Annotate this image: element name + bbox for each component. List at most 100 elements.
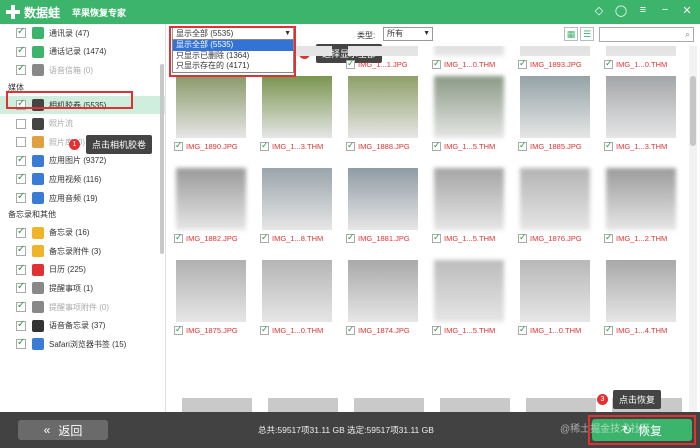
photo-cell[interactable]: IMG_1888.JPG	[342, 76, 427, 152]
photo-cell[interactable]: IMG_1882.JPG	[170, 168, 255, 244]
sidebar-item-memo-2[interactable]: 日历 (225)	[0, 261, 165, 280]
photo-thumbnail[interactable]	[348, 260, 418, 322]
photo-thumbnail[interactable]	[176, 168, 246, 230]
photo-checkbox[interactable]	[604, 140, 613, 151]
photo-thumbnail[interactable]	[606, 168, 676, 230]
checkbox[interactable]	[16, 26, 26, 39]
sidebar-item-memo-3[interactable]: 提醒事项 (1)	[0, 279, 165, 298]
photo-thumbnail[interactable]	[176, 260, 246, 322]
grid-scrollbar[interactable]	[689, 46, 697, 412]
checkbox[interactable]	[16, 63, 26, 76]
menu-icon[interactable]: ≡	[636, 4, 650, 17]
photo-checkbox[interactable]	[432, 140, 441, 151]
checkbox[interactable]	[16, 300, 26, 313]
photo-cell[interactable]: IMG_1...2.THM	[600, 168, 685, 244]
sidebar-item-top-1[interactable]: 通话记录 (1474)	[0, 43, 165, 62]
photo-cell[interactable]: IMG_1...5.THM	[428, 260, 513, 336]
photo-cell[interactable]: IMG_1...8.THM	[256, 168, 341, 244]
photo-cell[interactable]: IMG_1885.JPG	[514, 76, 599, 152]
photo-thumbnail[interactable]	[434, 76, 504, 138]
photo-thumbnail[interactable]	[434, 168, 504, 230]
checkbox[interactable]	[16, 45, 26, 57]
sidebar-item-memo-4[interactable]: 提醒事项附件 (0)	[0, 298, 165, 317]
photo-cell[interactable]: IMG_1...0.THM	[256, 260, 341, 336]
photo-thumbnail[interactable]	[434, 46, 504, 56]
photo-checkbox[interactable]	[432, 324, 441, 335]
photo-cell[interactable]: IMG_1881.JPG	[342, 168, 427, 244]
photo-thumbnail[interactable]	[176, 76, 246, 138]
back-button[interactable]: « 返回	[18, 420, 108, 440]
checkbox[interactable]	[16, 337, 26, 350]
photo-checkbox[interactable]	[518, 140, 527, 151]
photo-checkbox[interactable]	[260, 140, 269, 151]
photo-checkbox[interactable]	[604, 232, 613, 243]
photo-thumbnail[interactable]	[348, 168, 418, 230]
photo-cell[interactable]: IMG_1890.JPG	[170, 76, 255, 152]
photo-thumbnail[interactable]	[354, 398, 424, 412]
photo-thumbnail[interactable]	[440, 398, 510, 412]
photo-thumbnail[interactable]	[520, 260, 590, 322]
photo-checkbox[interactable]	[346, 140, 355, 151]
photo-thumbnail[interactable]	[348, 76, 418, 138]
photo-checkbox[interactable]	[604, 324, 613, 335]
photo-thumbnail[interactable]	[262, 168, 332, 230]
sidebar-item-memo-6[interactable]: Safari浏览器书签 (15)	[0, 335, 165, 354]
photo-cell[interactable]: IMG_1...1.JPG	[342, 46, 427, 70]
photo-cell[interactable]: IMG_1...5.THM	[428, 168, 513, 244]
photo-checkbox[interactable]	[346, 324, 355, 335]
minimize-icon[interactable]: −	[658, 4, 672, 17]
checkbox[interactable]	[16, 226, 26, 238]
photo-cell[interactable]: IMG_1874.JPG	[342, 260, 427, 336]
chat-icon[interactable]: ◯	[614, 4, 628, 17]
search-input[interactable]: ⌕	[599, 27, 694, 42]
checkbox[interactable]	[16, 319, 26, 331]
photo-thumbnail[interactable]	[262, 76, 332, 138]
photo-thumbnail[interactable]	[434, 260, 504, 322]
photo-thumbnail[interactable]	[262, 260, 332, 322]
photo-thumbnail[interactable]	[268, 398, 338, 412]
photo-cell[interactable]: IMG_1...5.THM	[428, 76, 513, 152]
checkbox[interactable]	[16, 118, 26, 129]
photo-thumbnail[interactable]	[606, 260, 676, 322]
photo-thumbnail[interactable]	[520, 168, 590, 230]
search-icon[interactable]: ⌕	[685, 28, 690, 41]
photo-checkbox[interactable]	[518, 324, 527, 335]
list-view-icon[interactable]: ☰	[580, 27, 594, 41]
photo-cell[interactable]: IMG_1...3.THM	[600, 76, 685, 152]
photo-checkbox[interactable]	[260, 324, 269, 335]
photo-cell[interactable]: IMG_1...0.THM	[428, 46, 513, 70]
photo-checkbox[interactable]	[174, 324, 183, 335]
photo-thumbnail[interactable]	[520, 76, 590, 138]
photo-cell[interactable]: IMG_1...0.THM	[600, 46, 685, 70]
sidebar-item-media-3[interactable]: 应用图片 (9372)	[0, 152, 165, 171]
photo-checkbox[interactable]	[174, 232, 183, 243]
close-icon[interactable]: ✕	[680, 4, 694, 17]
type-select[interactable]: 所有 ▼	[383, 27, 433, 41]
checkbox[interactable]	[16, 154, 26, 166]
grid-scrollbar-thumb[interactable]	[690, 76, 696, 146]
photo-cell[interactable]: IMG_1...3.THM	[256, 76, 341, 152]
sidebar-item-top-0[interactable]: 通讯录 (47)	[0, 24, 165, 43]
checkbox[interactable]	[16, 281, 26, 294]
photo-thumbnail[interactable]	[348, 46, 418, 56]
photo-checkbox[interactable]	[346, 232, 355, 243]
sidebar-scrollbar[interactable]	[160, 64, 164, 254]
checkbox[interactable]	[16, 263, 26, 275]
photo-checkbox[interactable]	[260, 232, 269, 243]
photo-cell[interactable]: IMG_1...0.THM	[514, 260, 599, 336]
photo-thumbnail[interactable]	[606, 76, 676, 138]
sidebar-item-memo-5[interactable]: 语音备忘录 (37)	[0, 316, 165, 335]
grid-view-icon[interactable]: ▦	[564, 27, 578, 41]
photo-checkbox[interactable]	[518, 232, 527, 243]
checkbox[interactable]	[16, 244, 26, 257]
sidebar-item-media-4[interactable]: 应用视频 (116)	[0, 170, 165, 189]
photo-thumbnail[interactable]	[520, 46, 590, 56]
sidebar-item-media-1[interactable]: 照片流	[0, 114, 165, 133]
checkbox[interactable]	[16, 137, 26, 148]
sidebar-item-media-5[interactable]: 应用音频 (19)	[0, 189, 165, 208]
photo-cell[interactable]: IMG_1...4.THM	[600, 260, 685, 336]
checkbox[interactable]	[16, 172, 26, 185]
photo-cell[interactable]: IMG_1876.JPG	[514, 168, 599, 244]
photo-thumbnail[interactable]	[606, 46, 676, 56]
photo-cell[interactable]: IMG_1875.JPG	[170, 260, 255, 336]
